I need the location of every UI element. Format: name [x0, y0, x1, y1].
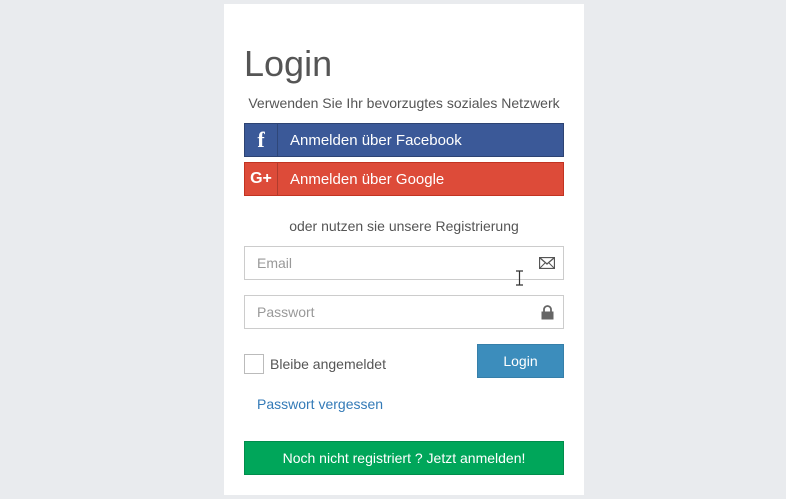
password-input[interactable]	[245, 296, 539, 328]
lock-icon	[539, 304, 555, 320]
remember-checkbox[interactable]	[244, 354, 264, 374]
facebook-login-button[interactable]: f Anmelden über Facebook	[244, 123, 564, 157]
registration-hint: oder nutzen sie unsere Registrierung	[289, 218, 519, 234]
login-button[interactable]: Login	[477, 344, 564, 378]
page-title: Login	[244, 43, 333, 84]
login-card: Login Verwenden Sie Ihr bevorzugtes sozi…	[224, 4, 584, 495]
google-login-button[interactable]: G+ Anmelden über Google	[244, 162, 564, 196]
remember-label: Bleibe angemeldet	[270, 356, 386, 372]
facebook-icon: f	[245, 124, 278, 156]
forgot-password-link[interactable]: Passwort vergessen	[257, 396, 383, 412]
remember-me: Bleibe angemeldet	[244, 354, 386, 374]
social-subtitle: Verwenden Sie Ihr bevorzugtes soziales N…	[248, 95, 560, 111]
register-button[interactable]: Noch nicht registriert ? Jetzt anmelden!	[244, 441, 564, 475]
password-field	[244, 295, 564, 329]
google-plus-icon: G+	[245, 163, 278, 195]
email-input[interactable]	[245, 247, 539, 279]
google-button-label: Anmelden über Google	[290, 170, 445, 188]
envelope-icon	[539, 255, 555, 271]
facebook-button-label: Anmelden über Facebook	[290, 131, 462, 149]
text-cursor-icon	[516, 270, 523, 286]
